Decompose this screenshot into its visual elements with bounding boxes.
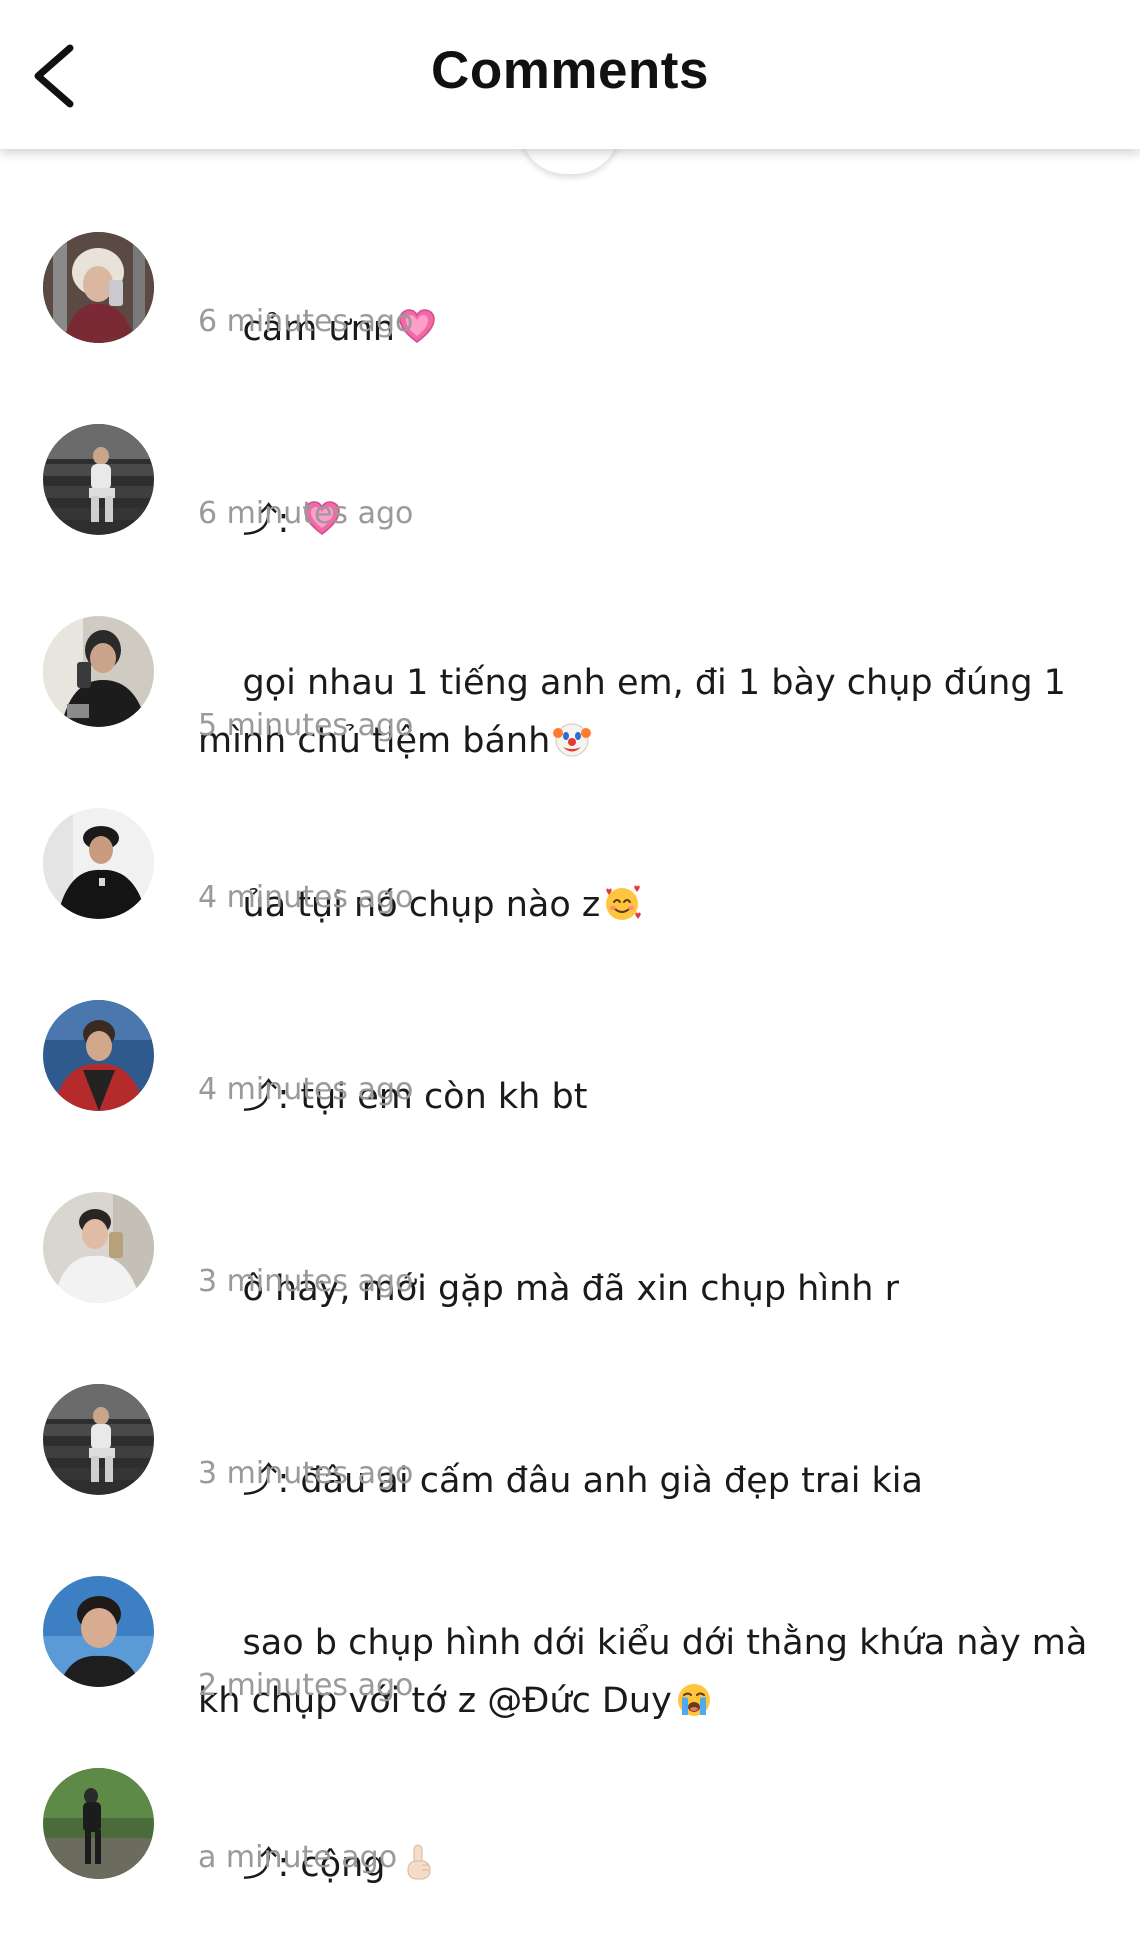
comment-timestamp: 6 minutes ago xyxy=(198,304,414,339)
comment-item: ô hay, mới gặp mà đã xin chụp hình r 3 m… xyxy=(0,1192,1140,1312)
comment-timestamp: 2 minutes ago xyxy=(198,1668,414,1703)
comment-item: ⤴: đâu ai cấm đâu anh già đẹp trai kia 3… xyxy=(0,1384,1140,1504)
comment-timestamp: 4 minutes ago xyxy=(198,1072,414,1107)
avatar[interactable] xyxy=(43,1192,154,1303)
comment-item: sao b chụp hình dới kiểu dới thằng khứa … xyxy=(0,1576,1140,1721)
index-pointing-up-icon xyxy=(399,1843,439,1883)
comment-item: ⤴: 6 minutes ago xyxy=(0,424,1140,544)
comment-timestamp: 3 minutes ago xyxy=(198,1456,414,1491)
avatar[interactable] xyxy=(43,616,154,727)
comment-timestamp: 3 minutes ago xyxy=(198,1264,414,1299)
comment-timestamp: 4 minutes ago xyxy=(198,880,414,915)
loudly-crying-face-icon xyxy=(674,1679,714,1719)
comment-timestamp: 6 minutes ago xyxy=(198,496,414,531)
avatar[interactable] xyxy=(43,1000,154,1111)
comment-item: ⤴: cộng a minute ago xyxy=(0,1768,1140,1888)
comment-item: cảm ưnn 6 minutes ago xyxy=(0,232,1140,352)
comment-item: ủa tụi nó chụp nào z 4 minutes ago xyxy=(0,808,1140,928)
avatar[interactable] xyxy=(43,1384,154,1495)
avatar[interactable] xyxy=(43,424,154,535)
clown-face-icon xyxy=(552,719,592,759)
smiling-face-with-hearts-icon xyxy=(602,883,642,923)
avatar[interactable] xyxy=(43,1576,154,1687)
page-title: Comments xyxy=(431,41,709,100)
avatar[interactable] xyxy=(43,232,154,343)
avatar[interactable] xyxy=(43,1768,154,1879)
comment-timestamp: a minute ago xyxy=(198,1840,398,1875)
comment-timestamp: 5 minutes ago xyxy=(198,708,414,743)
avatar[interactable] xyxy=(43,808,154,919)
top-bar: Comments xyxy=(0,0,1140,149)
comment-item: ⤴: tụi em còn kh bt 4 minutes ago xyxy=(0,1000,1140,1120)
comment-item: gọi nhau 1 tiếng anh em, đi 1 bày chụp đ… xyxy=(0,616,1140,761)
